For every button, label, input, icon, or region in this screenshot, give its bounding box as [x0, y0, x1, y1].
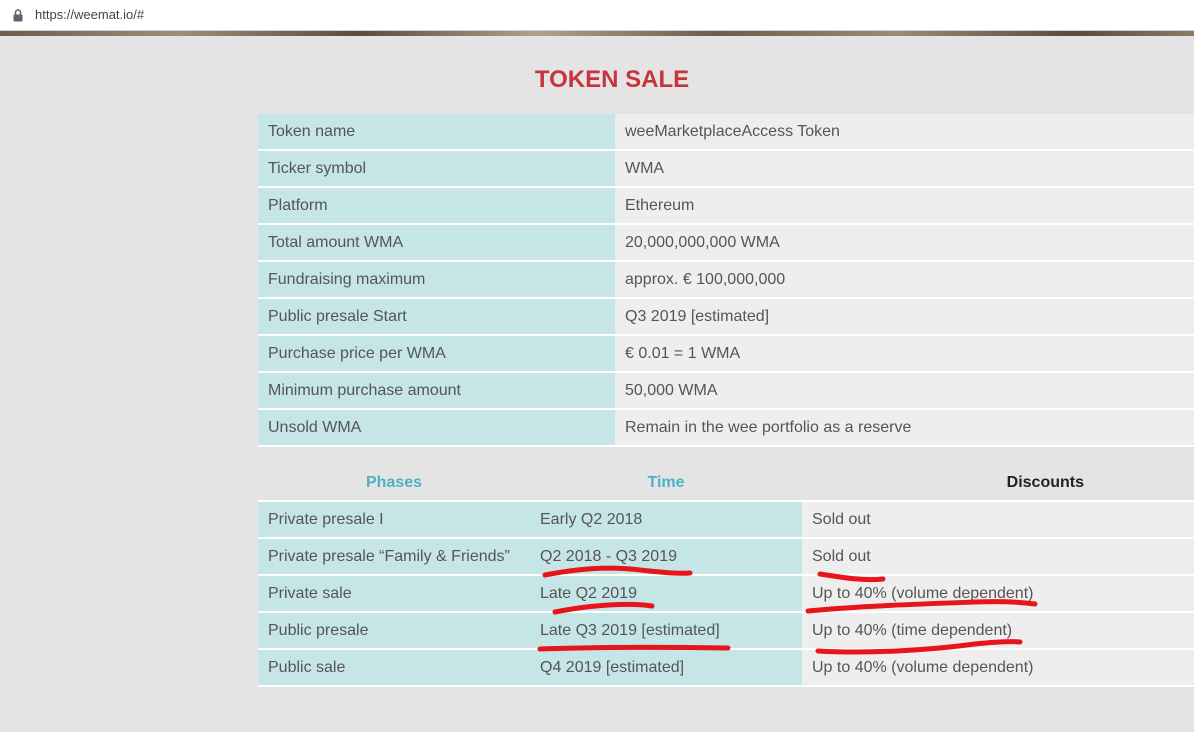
info-row: Public presale Start Q3 2019 [estimated] — [258, 298, 1194, 336]
phase-row: Private presale I Early Q2 2018 Sold out — [258, 501, 1194, 539]
info-row: Minimum purchase amount 50,000 WMA — [258, 372, 1194, 410]
phase-name: Private presale “Family & Friends” — [258, 538, 530, 576]
phases-table: Phases Time Discounts Private presale IE… — [258, 465, 1194, 687]
page-title: TOKEN SALE — [534, 66, 690, 93]
browser-address-bar[interactable]: https://weemat.io/# — [0, 0, 1194, 31]
info-value: approx. € 100,000,000 — [615, 261, 1194, 299]
phase-discount: Up to 40% (volume dependent) — [802, 575, 1194, 613]
info-value: Q3 2019 [estimated] — [615, 298, 1194, 336]
phase-discount: Up to 40% (time dependent) — [802, 612, 1194, 650]
lock-icon — [13, 9, 23, 22]
info-label: Purchase price per WMA — [258, 335, 615, 373]
info-label: Total amount WMA — [258, 224, 615, 262]
page-content: TOKEN SALE Token name weeMarketplaceAcces… — [0, 36, 1194, 732]
phase-name: Private sale — [258, 575, 530, 613]
phase-discount: Sold out — [802, 538, 1194, 576]
header-discounts: Discounts — [802, 465, 1194, 502]
info-value: weeMarketplaceAccess Token — [615, 114, 1194, 151]
phase-name: Private presale I — [258, 501, 530, 539]
info-row: Platform Ethereum — [258, 187, 1194, 225]
phase-time: Late Q2 2019 — [530, 575, 802, 613]
info-value: WMA — [615, 150, 1194, 188]
info-value: 20,000,000,000 WMA — [615, 224, 1194, 262]
info-row: Token name weeMarketplaceAccess Token — [258, 114, 1194, 151]
info-row: Fundraising maximum approx. € 100,000,000 — [258, 261, 1194, 299]
info-label: Minimum purchase amount — [258, 372, 615, 410]
info-label: Public presale Start — [258, 298, 615, 336]
token-info-table: Token name weeMarketplaceAccess Token Tick… — [258, 114, 1194, 447]
url-text[interactable]: https://weemat.io/# — [35, 7, 144, 22]
info-label: Ticker symbol — [258, 150, 615, 188]
phase-time: Early Q2 2018 — [530, 501, 802, 539]
phase-name: Public sale — [258, 649, 530, 687]
info-row: Unsold WMA Remain in the wee portfolio as… — [258, 409, 1194, 447]
info-value: Ethereum — [615, 187, 1194, 225]
phase-discount: Up to 40% (volume dependent) — [802, 649, 1194, 687]
info-label: Unsold WMA — [258, 409, 615, 447]
header-time: Time — [530, 465, 802, 502]
phase-time: Late Q3 2019 [estimated] — [530, 612, 802, 650]
info-value: 50,000 WMA — [615, 372, 1194, 410]
info-value: Remain in the wee portfolio as a reserve — [615, 409, 1194, 447]
phase-row: Public sale Q4 2019 [estimated] Up to 40% … — [258, 649, 1194, 687]
phase-time: Q4 2019 [estimated] — [530, 649, 802, 687]
phase-row: Private presale “Family & Friends” Q2 201… — [258, 538, 1194, 576]
info-label: Platform — [258, 187, 615, 225]
info-row: Ticker symbol WMA — [258, 150, 1194, 188]
info-label: Fundraising maximum — [258, 261, 615, 299]
phase-discount: Sold out — [802, 501, 1194, 539]
info-value: € 0.01 = 1 WMA — [615, 335, 1194, 373]
phase-name: Public presale — [258, 612, 530, 650]
info-label: Token name — [258, 114, 615, 151]
phase-row: Private sale Late Q2 2019 Up to 40% (volum… — [258, 575, 1194, 613]
phase-row: Public presale Late Q3 2019 [estimated] Up… — [258, 612, 1194, 650]
phases-header-row: Phases Time Discounts — [258, 465, 1194, 502]
info-row: Purchase price per WMA € 0.01 = 1 WMA — [258, 335, 1194, 373]
phase-time: Q2 2018 - Q3 2019 — [530, 538, 802, 576]
header-phases: Phases — [258, 465, 530, 502]
info-row: Total amount WMA 20,000,000,000 WMA — [258, 224, 1194, 262]
